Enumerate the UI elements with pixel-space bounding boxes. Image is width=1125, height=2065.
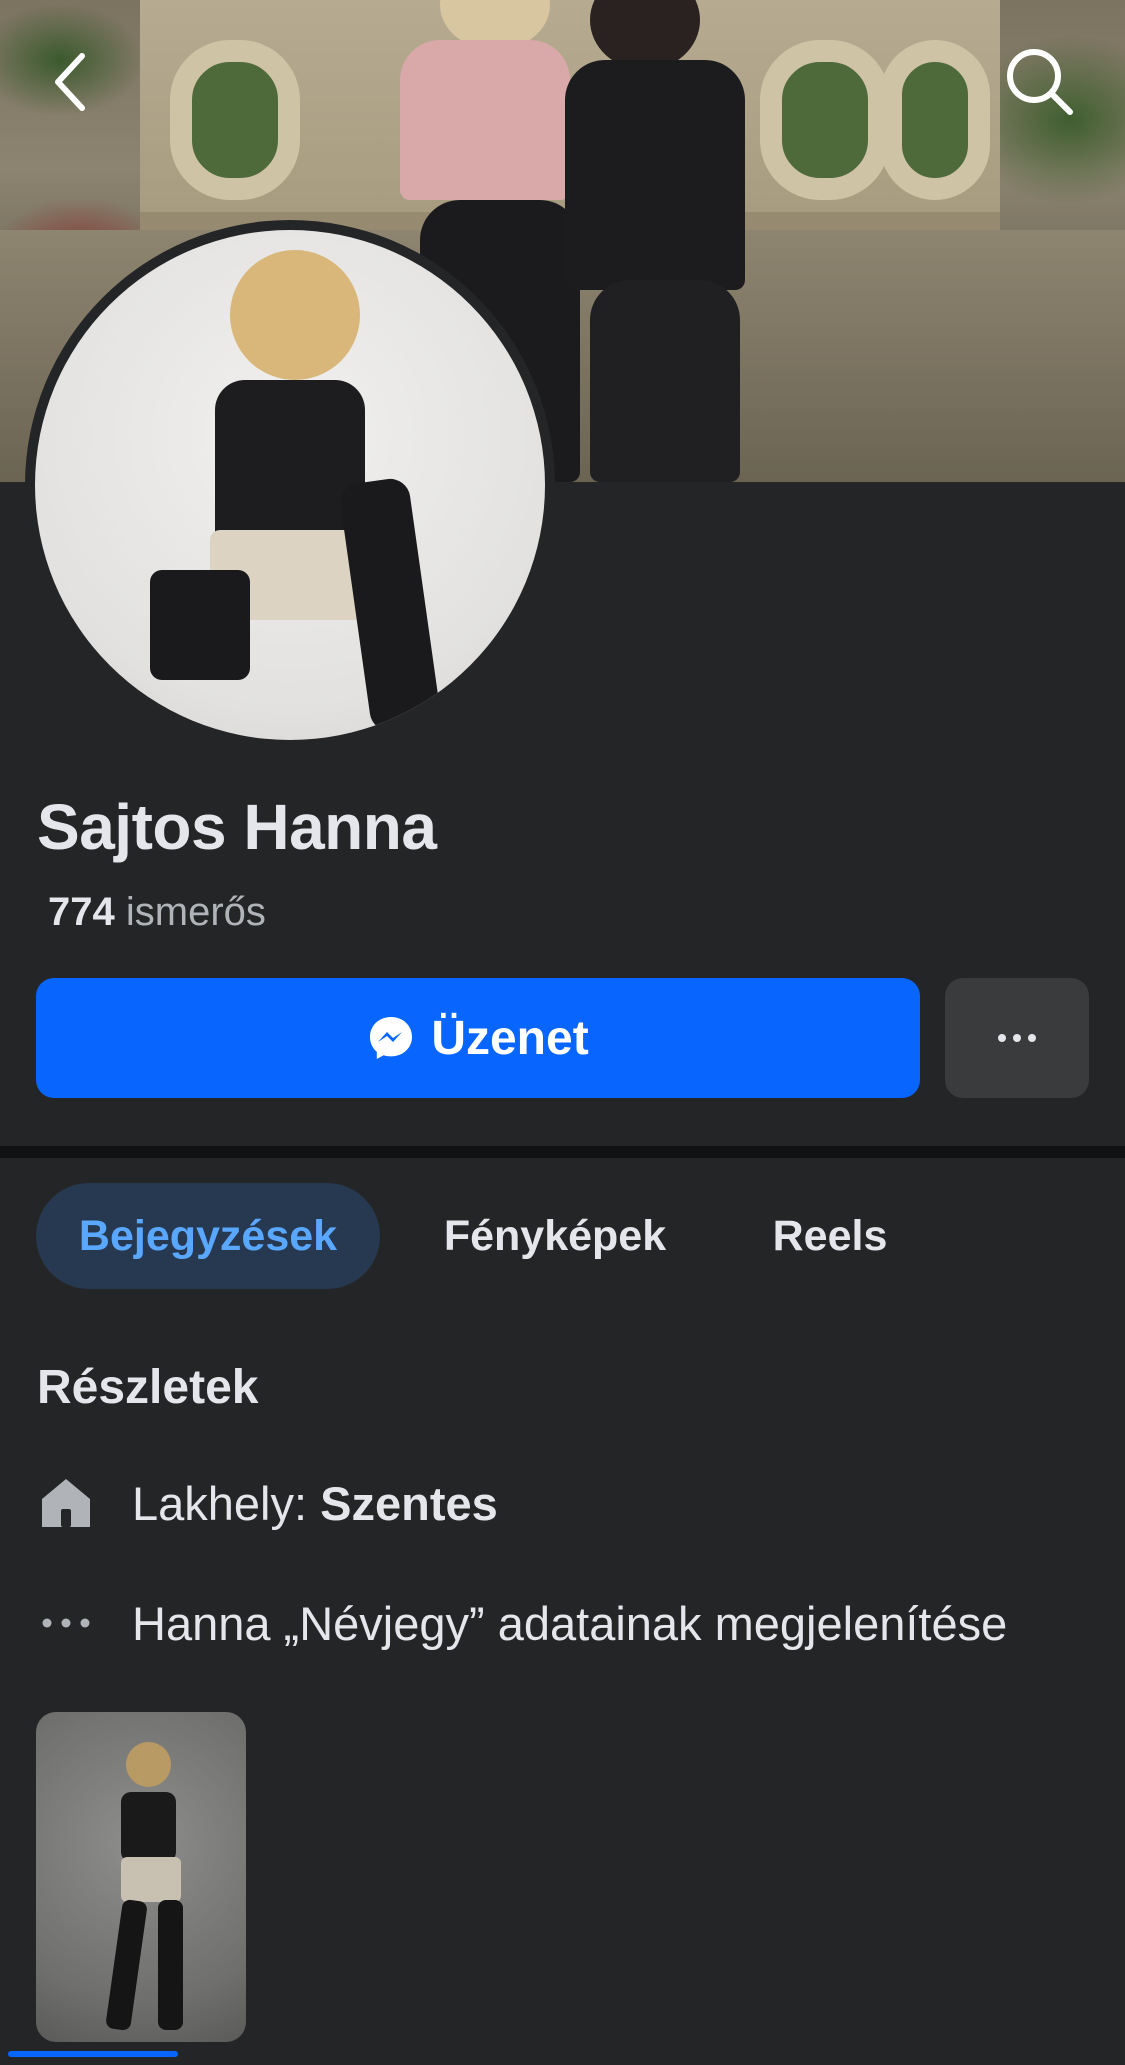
residence-row: Lakhely: Szentes: [37, 1474, 498, 1532]
balustrade-ornament: [760, 40, 890, 200]
home-icon: [37, 1474, 95, 1532]
thumb-figure: [121, 1792, 176, 1862]
scroll-indicator: [8, 2051, 178, 2057]
message-button[interactable]: Üzenet: [36, 978, 920, 1098]
tab-photos[interactable]: Fényképek: [410, 1183, 700, 1289]
chevron-left-icon: [55, 53, 85, 111]
profile-name: Sajtos Hanna: [37, 791, 437, 863]
ellipsis-icon: [998, 1034, 1036, 1042]
back-button[interactable]: [30, 42, 110, 122]
avatar-figure: [150, 570, 250, 680]
avatar-photo: [35, 230, 545, 740]
profile-page: Sajtos Hanna 774 ismerős Üzenet Bejegyzé…: [0, 0, 1125, 2065]
residence-value[interactable]: Szentes: [320, 1477, 498, 1530]
thumb-figure: [158, 1900, 183, 2030]
cover-person: [565, 60, 745, 290]
profile-avatar[interactable]: [25, 220, 555, 750]
thumb-figure: [121, 1857, 181, 1902]
balustrade-ornament: [880, 40, 990, 200]
tab-reels[interactable]: Reels: [730, 1183, 930, 1289]
friends-count[interactable]: 774 ismerős: [48, 890, 266, 935]
details-heading: Részletek: [37, 1361, 259, 1414]
balustrade-ornament: [170, 40, 300, 200]
section-divider: [0, 1146, 1125, 1158]
about-info-link[interactable]: Hanna „Névjegy” adatainak megjelenítése: [132, 1596, 1007, 1651]
avatar-figure: [230, 250, 360, 380]
tab-posts[interactable]: Bejegyzések: [36, 1183, 380, 1289]
residence-label: Lakhely:: [132, 1476, 308, 1530]
search-button[interactable]: [1000, 42, 1080, 122]
search-icon: [1007, 49, 1073, 115]
featured-photo[interactable]: [36, 1712, 246, 2042]
friends-label: ismerős: [125, 890, 266, 934]
thumb-figure: [105, 1898, 148, 2032]
message-button-label: Üzenet: [431, 1011, 589, 1065]
about-info-row[interactable]: Hanna „Névjegy” adatainak megjelenítése: [37, 1594, 1007, 1652]
ellipsis-icon: [37, 1594, 95, 1652]
thumb-figure: [126, 1742, 171, 1787]
messenger-icon: [370, 1017, 413, 1059]
more-options-button[interactable]: [945, 978, 1089, 1098]
friends-number: 774: [48, 890, 115, 934]
cover-person: [590, 280, 740, 482]
cover-person: [400, 40, 570, 200]
